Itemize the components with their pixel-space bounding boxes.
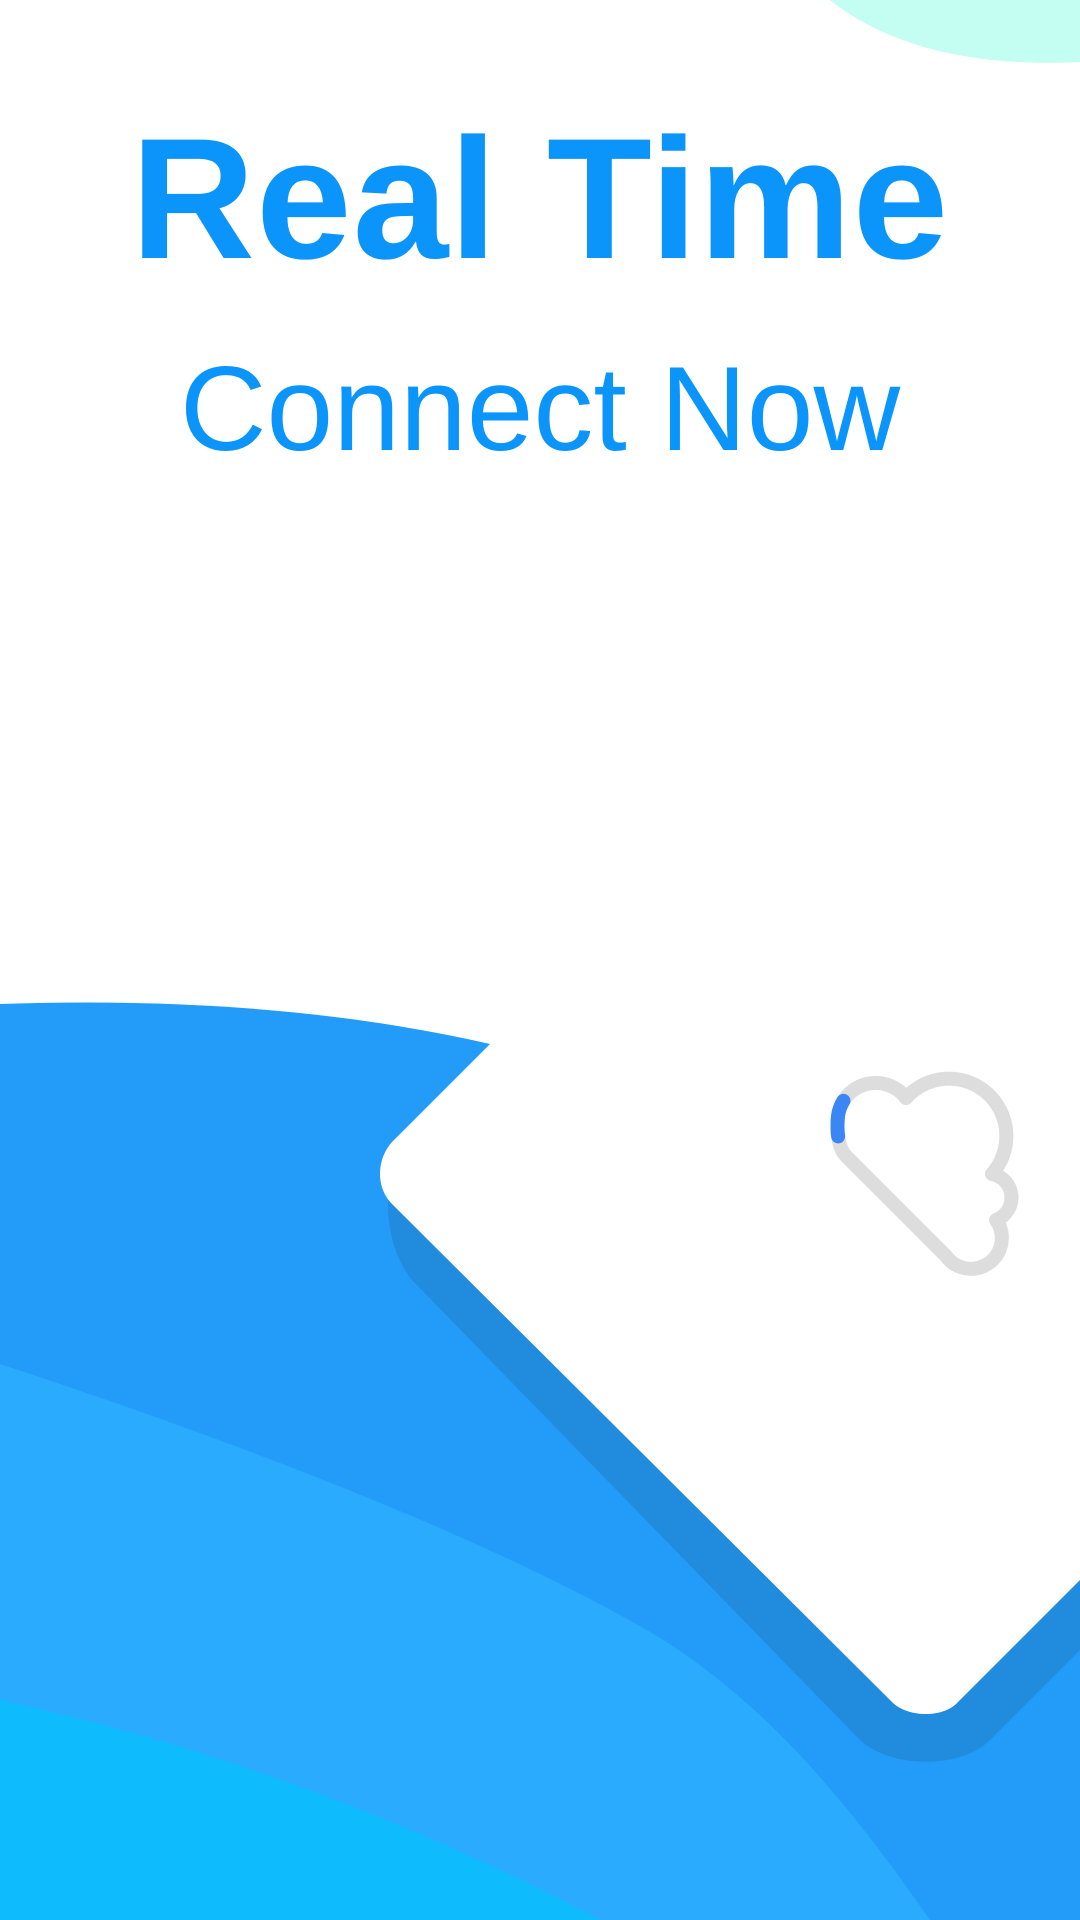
mint-accent-shape xyxy=(830,0,1080,63)
page-subtitle: Connect Now xyxy=(179,342,901,476)
cloud-loader-track xyxy=(830,1071,1019,1276)
splash-screen: Real Time Connect Now xyxy=(0,0,1080,1920)
page-title: Real Time xyxy=(130,103,950,295)
cloud-icon xyxy=(830,1071,1019,1276)
